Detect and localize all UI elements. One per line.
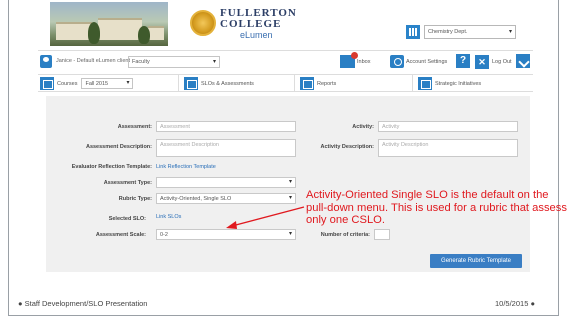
footer-right: 10/5/2015 ● — [495, 299, 535, 308]
annotation-text: Activity-Oriented Single SLO is the defa… — [306, 189, 567, 226]
slide: FULLERTON COLLEGE eLumen Chemistry Dept.… — [0, 0, 567, 321]
footer-left-text: Staff Development/SLO Presentation — [24, 299, 148, 308]
footer-right-text: 10/5/2015 — [495, 299, 529, 308]
footer-left: ● Staff Development/SLO Presentation — [18, 299, 148, 308]
annotation-arrow — [226, 206, 305, 229]
